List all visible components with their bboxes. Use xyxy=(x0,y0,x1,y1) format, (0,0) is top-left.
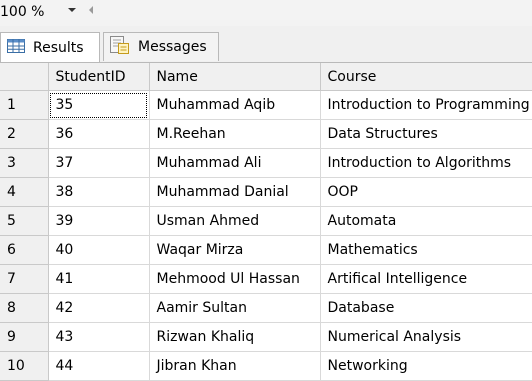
name-cell[interactable]: Jibran Khan xyxy=(149,351,321,381)
zoom-level[interactable]: 100 % xyxy=(0,2,44,22)
studentid-cell[interactable]: 35 xyxy=(48,90,150,120)
table-row[interactable]: 10 44 Jibran Khan Networking xyxy=(0,351,532,381)
course-cell[interactable]: Introduction to Programming xyxy=(320,90,532,120)
course-cell[interactable]: Artifical Intelligence xyxy=(320,264,532,294)
zoom-dropdown-caret-icon[interactable] xyxy=(68,8,76,12)
row-number-cell[interactable]: 6 xyxy=(0,235,49,265)
table-row[interactable]: 4 38 Muhammad Danial OOP xyxy=(0,177,532,207)
tab-messages-label: Messages xyxy=(138,39,207,55)
header-row: StudentID Name Course xyxy=(0,63,532,91)
zoom-toolbar: 100 % xyxy=(0,0,532,26)
column-header-studentid[interactable]: StudentID xyxy=(48,63,150,91)
table-row[interactable]: 7 41 Mehmood Ul Hassan Artifical Intelligen… xyxy=(0,264,532,294)
name-cell[interactable]: Muhammad Aqib xyxy=(149,90,321,120)
studentid-cell[interactable]: 44 xyxy=(48,351,150,381)
name-cell[interactable]: M.Reehan xyxy=(149,119,321,149)
tab-messages[interactable]: Messages xyxy=(103,32,219,61)
row-number-cell[interactable]: 10 xyxy=(0,351,49,381)
course-cell[interactable]: OOP xyxy=(320,177,532,207)
scroll-left-icon[interactable] xyxy=(89,6,93,14)
name-cell[interactable]: Waqar Mirza xyxy=(149,235,321,265)
studentid-cell[interactable]: 41 xyxy=(48,264,150,294)
results-table: StudentID Name Course 1 35 Muhammad Aqib In… xyxy=(0,63,532,381)
grid-icon xyxy=(7,38,25,57)
studentid-cell[interactable]: 39 xyxy=(48,206,150,236)
course-cell[interactable]: Mathematics xyxy=(320,235,532,265)
studentid-cell[interactable]: 36 xyxy=(48,119,150,149)
course-cell[interactable]: Numerical Analysis xyxy=(320,322,532,352)
row-number-cell[interactable]: 1 xyxy=(0,90,49,120)
row-number-cell[interactable]: 7 xyxy=(0,264,49,294)
course-cell[interactable]: Data Structures xyxy=(320,119,532,149)
table-row[interactable]: 1 35 Muhammad Aqib Introduction to Programm… xyxy=(0,90,532,120)
name-cell[interactable]: Muhammad Danial xyxy=(149,177,321,207)
course-cell[interactable]: Database xyxy=(320,293,532,323)
row-number-cell[interactable]: 2 xyxy=(0,119,49,149)
course-cell[interactable]: Introduction to Algorithms xyxy=(320,148,532,178)
studentid-cell[interactable]: 42 xyxy=(48,293,150,323)
studentid-cell[interactable]: 37 xyxy=(48,148,150,178)
tab-results-label: Results xyxy=(33,39,84,56)
name-cell[interactable]: Muhammad Ali xyxy=(149,148,321,178)
name-cell[interactable]: Mehmood Ul Hassan xyxy=(149,264,321,294)
name-cell[interactable]: Aamir Sultan xyxy=(149,293,321,323)
row-number-cell[interactable]: 4 xyxy=(0,177,49,207)
row-number-cell[interactable]: 9 xyxy=(0,322,49,352)
column-header-course[interactable]: Course xyxy=(320,63,532,91)
name-cell[interactable]: Rizwan Khaliq xyxy=(149,322,321,352)
results-tabstrip: Results Messages xyxy=(0,26,532,62)
results-grid[interactable]: StudentID Name Course 1 35 Muhammad Aqib In… xyxy=(0,63,532,381)
row-number-header[interactable] xyxy=(0,63,49,91)
table-row[interactable]: 9 43 Rizwan Khaliq Numerical Analysis xyxy=(0,322,532,352)
studentid-cell[interactable]: 43 xyxy=(48,322,150,352)
course-cell[interactable]: Networking xyxy=(320,351,532,381)
studentid-cell[interactable]: 38 xyxy=(48,177,150,207)
row-number-cell[interactable]: 8 xyxy=(0,293,49,323)
row-number-cell[interactable]: 5 xyxy=(0,206,49,236)
studentid-cell[interactable]: 40 xyxy=(48,235,150,265)
messages-icon xyxy=(110,36,130,58)
name-cell[interactable]: Usman Ahmed xyxy=(149,206,321,236)
column-header-name[interactable]: Name xyxy=(149,63,321,91)
course-cell[interactable]: Automata xyxy=(320,206,532,236)
table-row[interactable]: 6 40 Waqar Mirza Mathematics xyxy=(0,235,532,265)
table-row[interactable]: 2 36 M.Reehan Data Structures xyxy=(0,119,532,149)
table-row[interactable]: 3 37 Muhammad Ali Introduction to Algorithm… xyxy=(0,148,532,178)
table-row[interactable]: 8 42 Aamir Sultan Database xyxy=(0,293,532,323)
tab-results[interactable]: Results xyxy=(0,32,100,62)
table-row[interactable]: 5 39 Usman Ahmed Automata xyxy=(0,206,532,236)
row-number-cell[interactable]: 3 xyxy=(0,148,49,178)
